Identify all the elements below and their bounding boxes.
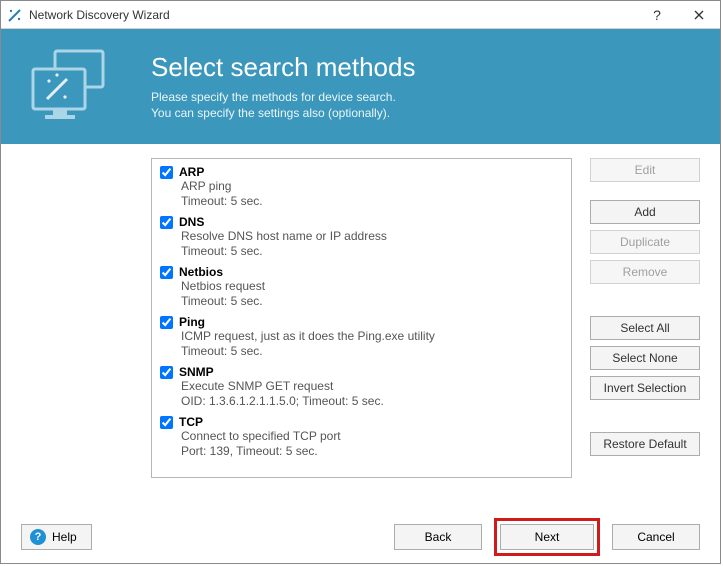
help-icon: ?	[30, 529, 46, 545]
method-meta: Timeout: 5 sec.	[158, 344, 565, 359]
method-meta: Timeout: 5 sec.	[158, 244, 565, 259]
method-item[interactable]: NetbiosNetbios requestTimeout: 5 sec.	[154, 263, 571, 313]
method-name: DNS	[179, 215, 204, 229]
invert-selection-button[interactable]: Invert Selection	[590, 376, 700, 400]
app-icon	[7, 7, 23, 23]
select-all-button[interactable]: Select All	[590, 316, 700, 340]
page-subtitle-2: You can specify the settings also (optio…	[151, 105, 415, 121]
edit-button[interactable]: Edit	[590, 158, 700, 182]
help-label: Help	[52, 530, 77, 544]
method-item[interactable]: ARPARP pingTimeout: 5 sec.	[154, 163, 571, 213]
back-button[interactable]: Back	[394, 524, 482, 550]
content-area: ARPARP pingTimeout: 5 sec.DNSResolve DNS…	[1, 144, 720, 511]
titlebar: Network Discovery Wizard ?	[1, 1, 720, 29]
method-name: SNMP	[179, 365, 214, 379]
window-title: Network Discovery Wizard	[29, 8, 636, 22]
method-desc: Connect to specified TCP port	[158, 429, 565, 444]
restore-default-button[interactable]: Restore Default	[590, 432, 700, 456]
banner: Select search methods Please specify the…	[1, 29, 720, 144]
page-title: Select search methods	[151, 52, 415, 83]
method-checkbox[interactable]	[160, 316, 173, 329]
method-item[interactable]: TCPConnect to specified TCP portPort: 13…	[154, 413, 571, 463]
method-checkbox[interactable]	[160, 416, 173, 429]
method-meta: Timeout: 5 sec.	[158, 294, 565, 309]
add-button[interactable]: Add	[590, 200, 700, 224]
method-meta: Port: 139, Timeout: 5 sec.	[158, 444, 565, 459]
method-checkbox[interactable]	[160, 366, 173, 379]
method-checkbox[interactable]	[160, 216, 173, 229]
method-name: Netbios	[179, 265, 223, 279]
next-button[interactable]: Next	[500, 524, 594, 550]
side-button-column: Edit Add Duplicate Remove Select All Sel…	[590, 158, 700, 501]
duplicate-button[interactable]: Duplicate	[590, 230, 700, 254]
footer: ? Help Back Next Cancel	[1, 511, 720, 563]
method-meta: OID: 1.3.6.1.2.1.1.5.0; Timeout: 5 sec.	[158, 394, 565, 409]
wizard-window: Network Discovery Wizard ? Select search…	[0, 0, 721, 564]
remove-button[interactable]: Remove	[590, 260, 700, 284]
page-subtitle-1: Please specify the methods for device se…	[151, 89, 415, 105]
method-checkbox[interactable]	[160, 266, 173, 279]
method-desc: ARP ping	[158, 179, 565, 194]
method-item[interactable]: DNSResolve DNS host name or IP addressTi…	[154, 213, 571, 263]
method-desc: Netbios request	[158, 279, 565, 294]
method-item[interactable]: SNMPExecute SNMP GET requestOID: 1.3.6.1…	[154, 363, 571, 413]
method-name: ARP	[179, 165, 204, 179]
close-button[interactable]	[678, 1, 720, 28]
method-desc: Execute SNMP GET request	[158, 379, 565, 394]
methods-list[interactable]: ARPARP pingTimeout: 5 sec.DNSResolve DNS…	[151, 158, 572, 478]
method-meta: Timeout: 5 sec.	[158, 194, 565, 209]
method-name: TCP	[179, 415, 203, 429]
method-desc: ICMP request, just as it does the Ping.e…	[158, 329, 565, 344]
help-button[interactable]: ? Help	[21, 524, 92, 550]
method-desc: Resolve DNS host name or IP address	[158, 229, 565, 244]
cancel-button[interactable]: Cancel	[612, 524, 700, 550]
help-titlebar-button[interactable]: ?	[636, 1, 678, 28]
select-none-button[interactable]: Select None	[590, 346, 700, 370]
method-name: Ping	[179, 315, 205, 329]
next-highlight: Next	[494, 518, 600, 556]
method-checkbox[interactable]	[160, 166, 173, 179]
method-item[interactable]: PingICMP request, just as it does the Pi…	[154, 313, 571, 363]
banner-monitor-icon	[25, 47, 115, 127]
